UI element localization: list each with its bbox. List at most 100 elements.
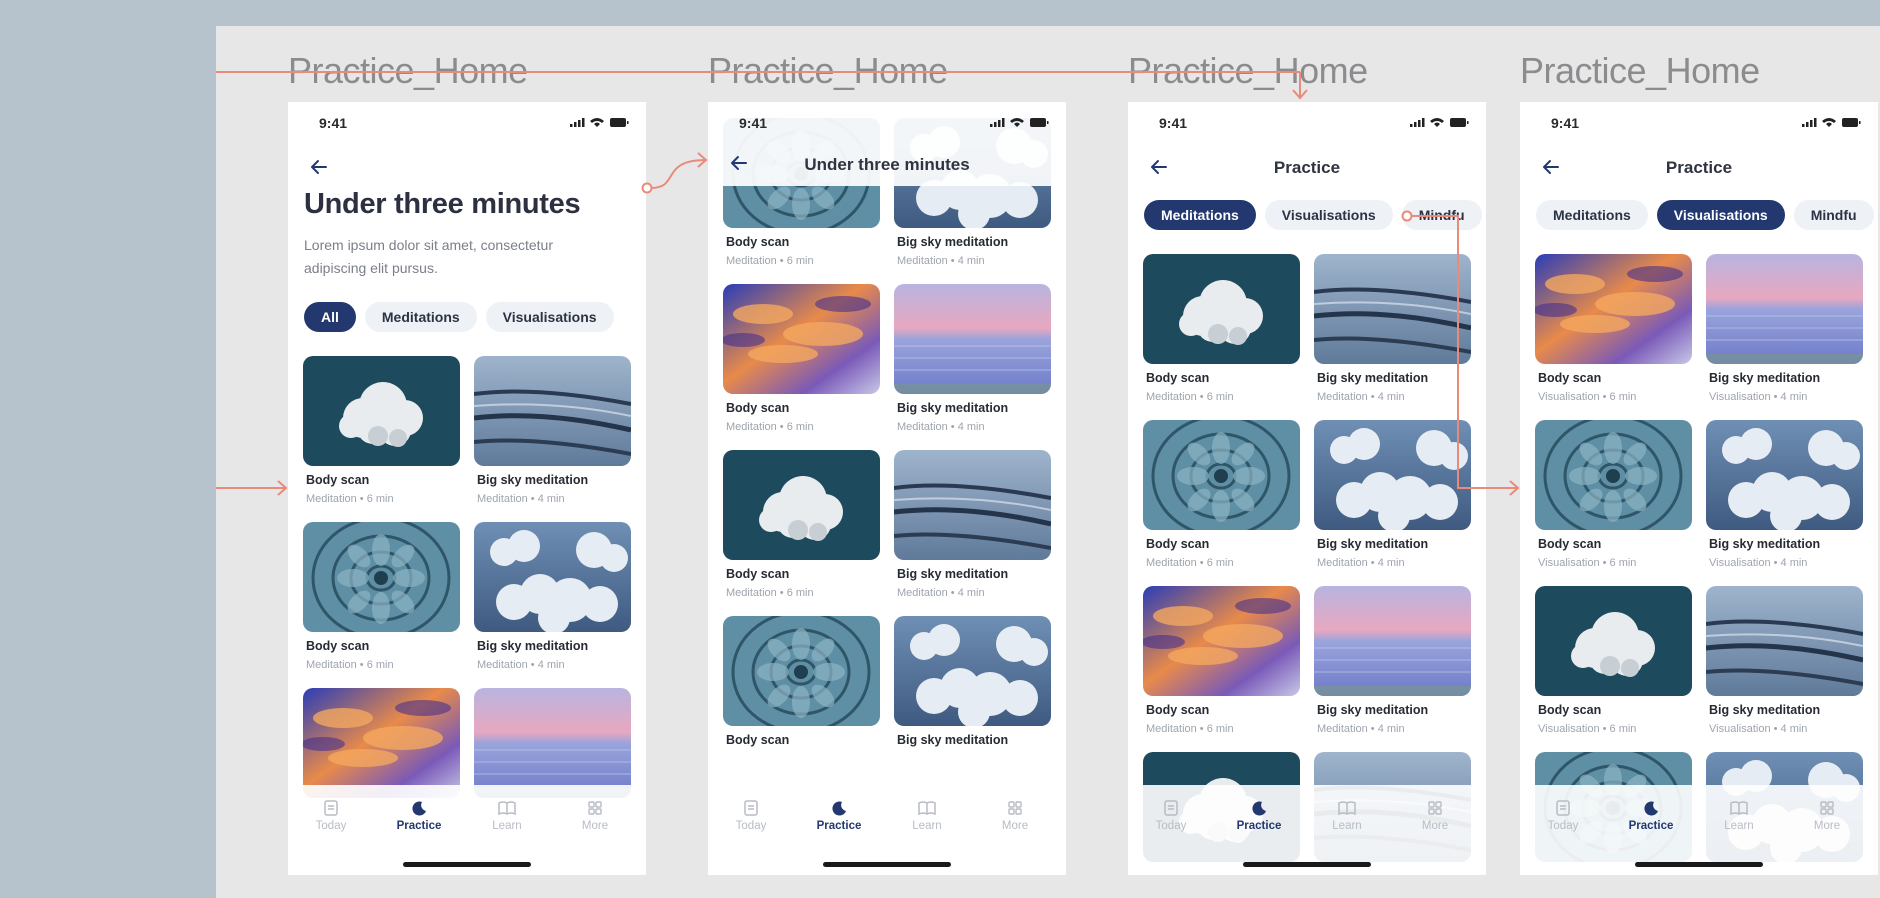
filter-chip[interactable]: Meditations	[364, 302, 477, 332]
grid-icon	[560, 799, 630, 817]
card-thumbnail	[303, 522, 460, 632]
tab-label: Learn	[1332, 820, 1362, 832]
content-card[interactable]: Big sky meditation Meditation • 4 min	[474, 522, 631, 671]
tab-practice[interactable]: Practice	[384, 799, 454, 832]
tab-today[interactable]: Today	[716, 799, 786, 832]
home-indicator	[403, 862, 531, 867]
card-thumbnail	[1143, 586, 1300, 696]
card-title: Body scan	[726, 401, 790, 415]
page-title: Under three minutes	[304, 188, 581, 220]
card-title: Big sky meditation	[897, 567, 1009, 581]
card-subtitle: Meditation • 4 min	[1317, 723, 1405, 735]
nav-title: Practice	[1273, 158, 1341, 177]
card-thumbnail	[474, 356, 631, 466]
content-card[interactable]: Big sky meditation Meditation • 4 min	[894, 450, 1051, 599]
notes-icon	[1528, 799, 1598, 817]
card-title: Body scan	[1538, 371, 1602, 385]
card-title: Body scan	[726, 733, 790, 747]
filter-chip[interactable]: Visualisations	[1264, 200, 1393, 230]
content-card[interactable]: Big sky meditation Visualisation • 4 min	[1706, 254, 1863, 403]
content-card[interactable]: Body scan Meditation • 6 min	[303, 356, 460, 505]
notes-icon	[296, 799, 366, 817]
status-time: 9:41	[1159, 115, 1188, 131]
tab-today[interactable]: Today	[1136, 799, 1206, 832]
tab-more[interactable]: More	[980, 799, 1050, 832]
card-title: Big sky meditation	[1709, 703, 1821, 717]
tab-label: Today	[315, 820, 347, 832]
page-description: Lorem ipsum dolor sit amet, consectetur …	[304, 237, 553, 276]
frame-label: Practice_Home	[288, 50, 528, 91]
filter-chip[interactable]: All	[304, 302, 356, 332]
card-thumbnail	[1143, 254, 1300, 364]
content-card[interactable]: Big sky meditation Meditation • 4 min	[894, 284, 1051, 433]
card-subtitle: Visualisation • 4 min	[1709, 557, 1808, 569]
content-card[interactable]: Big sky meditation Visualisation • 4 min	[1706, 420, 1863, 569]
tab-label: More	[581, 820, 609, 832]
card-title: Big sky meditation	[897, 401, 1009, 415]
card-title: Big sky meditation	[897, 733, 1009, 747]
content-card[interactable]: Big sky meditation Meditation • 4 min	[474, 356, 631, 505]
card-subtitle: Meditation • 4 min	[477, 659, 565, 671]
card-subtitle: Visualisation • 6 min	[1538, 391, 1637, 403]
status-icons	[1802, 118, 1861, 127]
content-card[interactable]: Big sky meditation Meditation • 4 min	[1314, 420, 1471, 569]
tab-learn[interactable]: Learn	[892, 799, 962, 832]
filter-chip[interactable]: Meditations	[1536, 200, 1648, 230]
content-card[interactable]: Body scan Meditation • 6 min	[1143, 586, 1300, 735]
tab-practice[interactable]: Practice	[1224, 799, 1294, 832]
filter-chip[interactable]: Mindfu	[1401, 200, 1482, 230]
card-title: Body scan	[306, 473, 370, 487]
notes-icon	[716, 799, 786, 817]
card-subtitle: Visualisation • 4 min	[1709, 391, 1808, 403]
tab-label: Practice	[1628, 820, 1674, 832]
status-icons	[570, 118, 629, 127]
content-card[interactable]: Body scan Meditation • 6 min	[1143, 254, 1300, 403]
filter-chips: Meditations Visualisations Mindfu	[1144, 200, 1486, 232]
content-card[interactable]: Big sky meditation Meditation • 4 min	[1314, 254, 1471, 403]
content-card[interactable]: Body scan Meditation • 6 min	[303, 522, 460, 671]
content-card[interactable]: Body scan Meditation • 6 min	[723, 450, 880, 599]
card-subtitle: Meditation • 4 min	[897, 421, 985, 433]
tab-label: More	[1421, 820, 1449, 832]
phone-frame-4: 9:41 Practice Meditations Visualisations M…	[1520, 102, 1878, 875]
filter-chips: Meditations Visualisations Mindfu	[1536, 200, 1878, 232]
tab-today[interactable]: Today	[296, 799, 366, 832]
tab-practice[interactable]: Practice	[804, 799, 874, 832]
content-card[interactable]: Body scan Visualisation • 6 min	[1535, 586, 1692, 735]
book-icon	[472, 799, 542, 817]
tab-practice[interactable]: Practice	[1616, 799, 1686, 832]
tab-learn[interactable]: Learn	[1704, 799, 1774, 832]
status-time: 9:41	[1551, 115, 1580, 131]
tab-more[interactable]: More	[560, 799, 630, 832]
back-arrow-icon[interactable]	[306, 154, 332, 180]
tab-label: Learn	[492, 820, 522, 832]
content-card[interactable]: Body scan Meditation • 6 min	[1143, 420, 1300, 569]
card-title: Big sky meditation	[477, 473, 589, 487]
tab-label: Practice	[396, 820, 442, 832]
content-card[interactable]: Body scan Visualisation • 6 min	[1535, 254, 1692, 403]
filter-chip[interactable]: Visualisations	[1656, 200, 1785, 230]
card-subtitle: Meditation • 6 min	[1146, 723, 1234, 735]
card-thumbnail	[1706, 586, 1863, 696]
content-card[interactable]: Body scan Meditation • 6 min	[723, 284, 880, 433]
tab-more[interactable]: More	[1400, 799, 1470, 832]
content-card[interactable]: Big sky meditation Visualisation • 4 min	[1706, 586, 1863, 735]
tab-learn[interactable]: Learn	[472, 799, 542, 832]
card-thumbnail	[1314, 420, 1471, 530]
content-card[interactable]: Body scan	[723, 616, 880, 747]
filter-chip[interactable]: Mindfu	[1793, 200, 1874, 230]
content-card[interactable]: Big sky meditation	[894, 616, 1051, 747]
filter-chip[interactable]: Meditations	[1144, 200, 1256, 230]
filter-chip[interactable]: Visualisations	[485, 302, 614, 332]
card-thumbnail	[894, 284, 1051, 394]
tab-bar: Today Practice Learn More	[708, 785, 1066, 875]
content-card[interactable]: Body scan Visualisation • 6 min	[1535, 420, 1692, 569]
tab-today[interactable]: Today	[1528, 799, 1598, 832]
tab-more[interactable]: More	[1792, 799, 1862, 832]
content-card[interactable]: Big sky meditation Meditation • 4 min	[1314, 586, 1471, 735]
nav-bar: Practice	[1128, 150, 1486, 186]
card-thumbnail	[723, 616, 880, 726]
tab-learn[interactable]: Learn	[1312, 799, 1382, 832]
tab-label: Practice	[816, 820, 862, 832]
filter-chips: All Meditations Visualisations	[304, 302, 623, 334]
